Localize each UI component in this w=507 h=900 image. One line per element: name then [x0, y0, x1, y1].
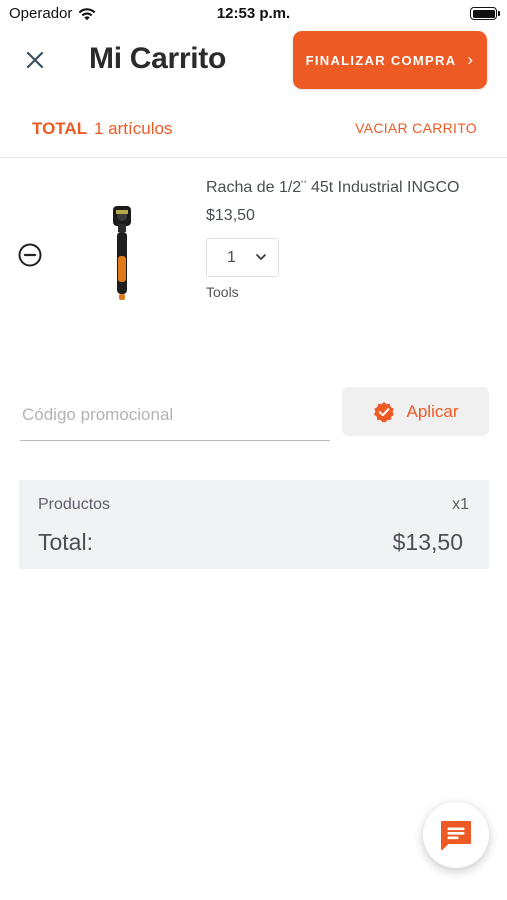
- status-time: 12:53 p.m.: [216, 5, 291, 22]
- product-image: [113, 206, 131, 300]
- grand-total-label: Total:: [38, 529, 93, 555]
- close-icon: [26, 51, 44, 69]
- checkout-label: FINALIZAR COMPRA: [305, 52, 457, 68]
- product-name: Racha de 1/2¨ 45t Industrial INGCO: [206, 179, 460, 196]
- products-quantity: x1: [452, 496, 469, 513]
- battery-icon: [470, 7, 500, 20]
- apply-label: Aplicar: [406, 401, 459, 421]
- apply-promo-button[interactable]: Aplicar: [342, 387, 489, 436]
- product-category: Tools: [206, 284, 239, 300]
- total-label: TOTAL: [32, 119, 88, 138]
- items-count: 1 artículos: [94, 119, 173, 138]
- chat-button[interactable]: [423, 802, 489, 868]
- remove-item-icon[interactable]: [17, 242, 43, 268]
- verified-badge-icon: [373, 401, 394, 422]
- grand-total-amount: $13,50: [392, 529, 463, 555]
- promo-code-input[interactable]: [20, 390, 330, 441]
- product-price: $13,50: [206, 207, 255, 224]
- order-totals: Productos x1 Total: $13,50: [19, 480, 489, 569]
- close-button[interactable]: [22, 47, 48, 73]
- status-bar: Operador 12:53 p.m.: [0, 0, 507, 28]
- products-label: Productos: [38, 496, 111, 513]
- checkout-button[interactable]: FINALIZAR COMPRA ›: [293, 31, 487, 89]
- page-title: Mi Carrito: [89, 42, 227, 75]
- cart-summary: TOTAL 1 artículos VACIAR CARRITO: [0, 108, 507, 158]
- chevron-right-icon: ›: [467, 50, 475, 69]
- empty-cart-button[interactable]: VACIAR CARRITO: [355, 120, 477, 136]
- quantity-value: 1: [227, 248, 236, 266]
- quantity-select[interactable]: 1: [206, 238, 279, 277]
- chat-icon: [441, 821, 471, 850]
- chevron-down-icon: [256, 254, 266, 260]
